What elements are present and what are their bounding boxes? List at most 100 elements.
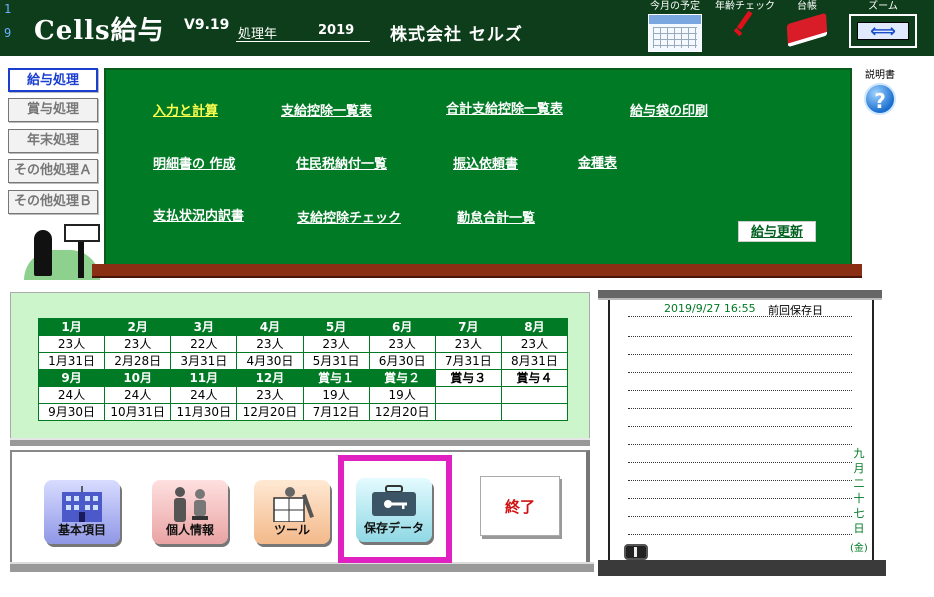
count-cell: 22人 xyxy=(170,335,238,353)
app-title: Cells給与 xyxy=(34,16,165,46)
bonus-cell[interactable]: 賞与２ xyxy=(368,369,436,387)
count-cell: 23人 xyxy=(104,335,172,353)
count-cell: 19人 xyxy=(302,386,370,404)
basic-items-button[interactable]: 基本項目 xyxy=(44,480,120,544)
month-cell[interactable]: 3月 xyxy=(170,318,238,336)
saved-data-label: 保存データ xyxy=(363,521,424,535)
month-cell[interactable]: 4月 xyxy=(236,318,304,336)
month-cell[interactable]: 6月 xyxy=(368,318,436,336)
date-cell: 2月28日 xyxy=(104,352,172,370)
building-icon xyxy=(62,486,102,522)
menu-payment-breakdown[interactable]: 支払状況内訳書 xyxy=(153,205,244,224)
month-cell[interactable]: 9月 xyxy=(37,369,106,387)
bonus-cell[interactable]: 賞与１ xyxy=(302,369,370,387)
monthly-schedule-button[interactable]: 今月の予定 xyxy=(646,0,704,52)
count-row: 24人 24人 24人 23人 19人 19人 xyxy=(37,386,569,404)
personal-info-label: 個人情報 xyxy=(165,523,214,537)
month-cell[interactable]: 2月 xyxy=(104,318,172,336)
help-button[interactable]: 説明書 ? xyxy=(862,66,898,115)
month-cell[interactable]: 7月 xyxy=(434,318,502,336)
month-cell[interactable]: 12月 xyxy=(236,369,304,387)
date-row: 1月31日 2月28日 3月31日 4月30日 5月31日 6月30日 7月31… xyxy=(37,352,569,370)
company-name: 株式会社 セルズ xyxy=(390,25,523,45)
date-cell: 12月20日 xyxy=(236,403,304,421)
menu-total-payment-list[interactable]: 合計支給控除一覧表 xyxy=(446,98,563,117)
app-header: 1 9 Cells給与 V9.19 処理年 2019 株式会社 セルズ 今月の予… xyxy=(0,0,934,56)
ledger-button[interactable]: 台帳 xyxy=(786,0,828,48)
vertical-date-char: 二 xyxy=(853,477,865,490)
menu-denomination[interactable]: 金種表 xyxy=(578,152,617,171)
count-cell: 24人 xyxy=(37,386,106,404)
menu-statement-create[interactable]: 明細書の 作成 xyxy=(153,153,236,172)
last-save-date: 2019/9/27 16:55 xyxy=(664,302,756,315)
help-label: 説明書 xyxy=(865,70,895,81)
month-cell[interactable]: 5月 xyxy=(302,318,370,336)
weekday-label: (金) xyxy=(850,543,868,554)
menu-transfer-request[interactable]: 振込依頼書 xyxy=(453,153,518,172)
tab-bonus[interactable]: 賞与処理 xyxy=(8,98,98,122)
date-cell: 8月31日 xyxy=(500,352,569,370)
date-cell: 12月20日 xyxy=(368,403,436,421)
month-cell[interactable]: 10月 xyxy=(104,369,172,387)
date-cell xyxy=(500,403,569,421)
date-cell: 1月31日 xyxy=(37,352,106,370)
menu-attendance-total[interactable]: 勤怠合計一覧 xyxy=(457,207,535,226)
count-cell: 23人 xyxy=(434,335,502,353)
menu-resident-tax[interactable]: 住民税納付一覧 xyxy=(296,153,387,172)
vertical-date-char: 日 xyxy=(853,522,865,535)
last-save-label: 前回保存日 xyxy=(768,304,823,317)
note-line xyxy=(628,516,852,517)
bonus-cell[interactable]: 賞与３ xyxy=(434,369,502,387)
date-cell: 10月31日 xyxy=(104,403,172,421)
salary-update-button[interactable]: 給与更新 xyxy=(738,221,816,242)
row-number-1: 1 xyxy=(4,2,12,16)
tab-year-end[interactable]: 年末処理 xyxy=(8,129,98,153)
count-cell: 19人 xyxy=(368,386,436,404)
tab-salary[interactable]: 給与処理 xyxy=(8,68,98,92)
exit-button[interactable]: 終了 xyxy=(480,476,560,536)
count-cell: 24人 xyxy=(104,386,172,404)
tab-other-a[interactable]: その他処理Ａ xyxy=(8,159,98,183)
note-line xyxy=(628,462,852,463)
count-cell xyxy=(434,386,502,404)
tab-other-b[interactable]: その他処理Ｂ xyxy=(8,190,98,214)
date-cell: 7月12日 xyxy=(302,403,370,421)
people-icon xyxy=(174,487,208,522)
note-line xyxy=(628,498,852,499)
note-line xyxy=(628,336,852,337)
date-cell xyxy=(434,403,502,421)
age-check-button[interactable]: 年齢チェック xyxy=(712,0,778,46)
month-header-row: 9月 10月 11月 12月 賞与１ 賞与２ 賞与３ 賞与４ xyxy=(37,369,569,387)
note-scroll-handle[interactable] xyxy=(624,544,648,560)
bonus-cell[interactable]: 賞与４ xyxy=(500,369,569,387)
month-cell[interactable]: 11月 xyxy=(170,369,238,387)
count-cell: 23人 xyxy=(37,335,106,353)
menu-payment-list[interactable]: 支給控除一覧表 xyxy=(281,100,372,119)
personal-info-button[interactable]: 個人情報 xyxy=(152,480,228,544)
menu-payment-check[interactable]: 支給控除チェック xyxy=(297,207,401,226)
note-panel-bottom xyxy=(598,560,886,576)
saved-data-button[interactable]: 保存データ xyxy=(356,478,432,542)
note-line xyxy=(628,354,852,355)
vertical-date-char: 月 xyxy=(853,462,865,475)
month-header-row: 1月 2月 3月 4月 5月 6月 7月 8月 xyxy=(37,318,569,336)
tools-button[interactable]: ツール xyxy=(254,480,330,544)
zoom-label: ズーム xyxy=(868,1,898,12)
menu-input-calc[interactable]: 入力と計算 xyxy=(153,100,218,119)
ledger-label: 台帳 xyxy=(797,1,817,12)
zoom-button[interactable]: ズーム ⟺ xyxy=(848,0,918,48)
vertical-date-char: 七 xyxy=(853,507,865,520)
calendar-icon xyxy=(648,14,702,52)
month-panel-edge xyxy=(10,438,590,446)
tool-tray-edge xyxy=(10,562,594,572)
note-line xyxy=(628,444,852,445)
count-cell: 24人 xyxy=(170,386,238,404)
note-line xyxy=(628,408,852,409)
count-cell: 23人 xyxy=(302,335,370,353)
book-icon xyxy=(786,12,828,48)
vertical-date-char: 十 xyxy=(853,492,865,505)
tools-label: ツール xyxy=(273,523,310,537)
month-cell[interactable]: 8月 xyxy=(500,318,569,336)
menu-envelope-print[interactable]: 給与袋の印刷 xyxy=(630,100,708,119)
month-cell[interactable]: 1月 xyxy=(37,318,106,336)
